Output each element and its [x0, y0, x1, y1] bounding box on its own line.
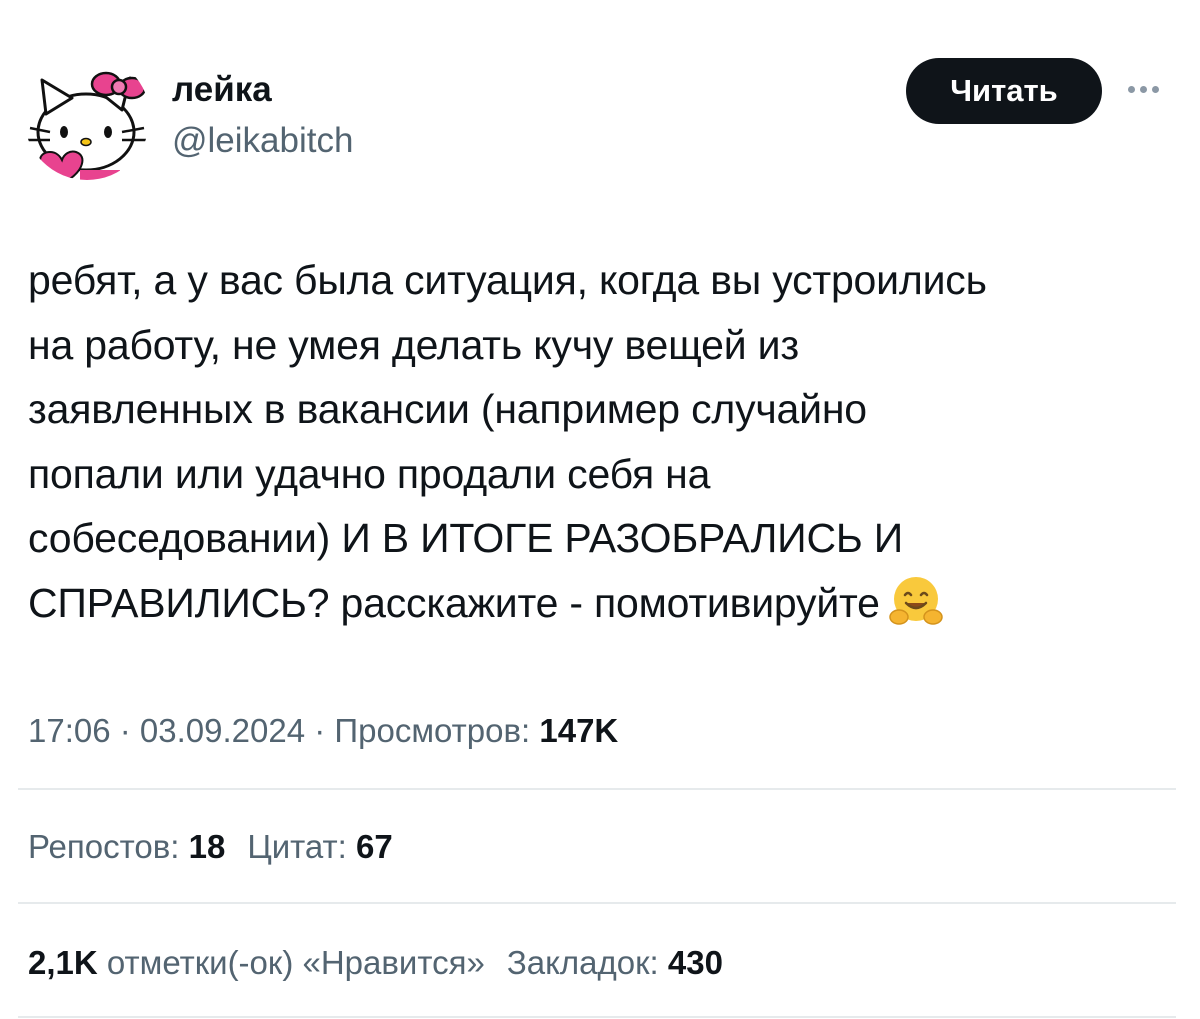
- reposts-quotes-row: Репостов: 18 Цитат: 67: [28, 828, 393, 866]
- meta-separator: ·: [305, 712, 335, 749]
- likes-label: отметки(-ок) «Нравится»: [106, 944, 485, 981]
- tweet-line: ребят, а у вас была ситуация, когда вы у…: [28, 257, 987, 303]
- more-dot: [1128, 86, 1135, 93]
- likes-stat[interactable]: 2,1K отметки(-ок) «Нравится»: [28, 944, 485, 981]
- tweet-text: ребят, а у вас была ситуация, когда вы у…: [28, 248, 1188, 635]
- follow-button[interactable]: Читать: [906, 58, 1102, 124]
- tweet-line: СПРАВИЛИСЬ? расскажите - помотивируйте: [28, 579, 880, 626]
- tweet-line: заявленных в вакансии (например случайно: [28, 386, 867, 432]
- hello-kitty-avatar-icon: [24, 54, 150, 180]
- reposts-count: 18: [188, 828, 226, 865]
- bookmarks-stat[interactable]: Закладок: 430: [507, 944, 723, 981]
- author-display-name[interactable]: лейка: [172, 70, 272, 110]
- divider: [18, 788, 1176, 790]
- likes-count: 2,1K: [28, 944, 98, 981]
- more-dot: [1140, 86, 1147, 93]
- quotes-stat[interactable]: Цитат: 67: [247, 828, 392, 865]
- tweet-line: на работу, не умея делать кучу вещей из: [28, 321, 799, 368]
- tweet-time[interactable]: 17:06: [28, 712, 111, 749]
- likes-bookmarks-row: 2,1K отметки(-ок) «Нравится» Закладок: 43…: [28, 944, 723, 982]
- bookmarks-count: 430: [667, 944, 723, 981]
- hugging-face-emoji-icon: [889, 576, 943, 625]
- tweet-line: собеседовании) И В ИТОГЕ РАЗОБРАЛИСЬ И: [28, 515, 904, 561]
- more-horizontal-icon[interactable]: [1128, 86, 1159, 93]
- reposts-label: Репостов:: [28, 828, 180, 865]
- tweet-last-line: СПРАВИЛИСЬ? расскажите - помотивируйте: [28, 571, 1188, 636]
- views-label: Просмотров:: [334, 712, 531, 749]
- tweet-line: попали или удачно продали себя на: [28, 450, 711, 497]
- bookmarks-label: Закладок:: [506, 944, 659, 981]
- tweet-date[interactable]: 03.09.2024: [140, 712, 305, 749]
- divider: [18, 902, 1176, 904]
- tweet-meta: 17:06 · 03.09.2024 · Просмотров: 147K: [28, 712, 618, 750]
- views-count: 147K: [539, 712, 619, 749]
- more-dot: [1152, 86, 1159, 93]
- quotes-label: Цитат:: [247, 828, 347, 865]
- author-handle[interactable]: @leikabitch: [172, 121, 353, 161]
- quotes-count: 67: [356, 828, 393, 865]
- avatar[interactable]: [24, 54, 150, 180]
- reposts-stat[interactable]: Репостов: 18: [28, 828, 225, 865]
- divider: [18, 1016, 1176, 1018]
- meta-separator: ·: [110, 712, 140, 749]
